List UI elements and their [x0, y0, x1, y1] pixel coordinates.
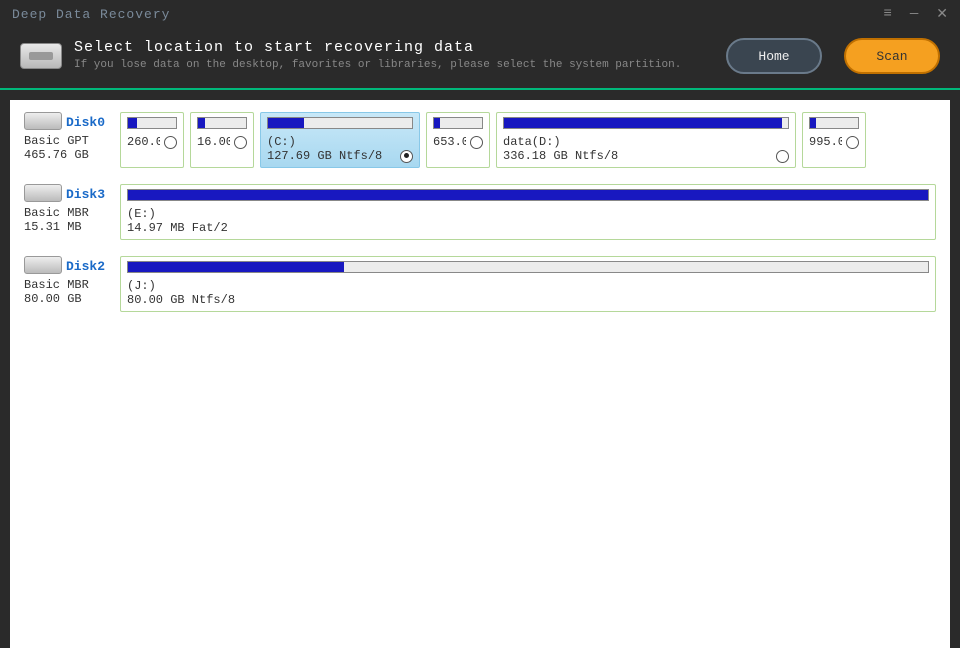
disk-type: Basic GPT — [24, 134, 114, 148]
partition[interactable]: 260.00 . — [120, 112, 184, 168]
disk-icon — [24, 184, 62, 202]
usage-bar-fill — [128, 190, 928, 200]
partition-radio[interactable] — [164, 136, 177, 149]
partition-size: 653.00 . — [433, 135, 466, 149]
scan-button[interactable]: Scan — [844, 38, 940, 74]
partition-size: 260.00 . — [127, 135, 160, 149]
disk-info: Disk2 Basic MBR 80.00 GB — [24, 256, 114, 312]
partition-label: (C:) — [267, 135, 413, 149]
disk-type: Basic MBR — [24, 206, 114, 220]
usage-bar — [503, 117, 789, 129]
home-button[interactable]: Home — [726, 38, 822, 74]
disk-name: Disk0 — [66, 115, 105, 130]
partition-size: 127.69 GB Ntfs/8 — [267, 149, 396, 163]
partition-size: 995.00 . — [809, 135, 842, 149]
usage-bar — [197, 117, 247, 129]
partition-radio[interactable] — [234, 136, 247, 149]
window-controls: ≡ — ✕ — [883, 6, 948, 23]
usage-bar-fill — [434, 118, 440, 128]
titlebar: Deep Data Recovery ≡ — ✕ — [0, 0, 960, 28]
usage-bar-fill — [128, 118, 137, 128]
disk-icon — [24, 112, 62, 130]
page-subtitle: If you lose data on the desktop, favorit… — [74, 58, 714, 72]
usage-bar-fill — [198, 118, 205, 128]
page-title: Select location to start recovering data — [74, 39, 714, 56]
partition-size: 14.97 MB Fat/2 — [127, 221, 929, 235]
content-area: Disk0 Basic GPT 465.76 GB 260.00 . 16.00 M… — [10, 100, 950, 648]
menu-icon[interactable]: ≡ — [883, 6, 891, 23]
partition-label: data(D:) — [503, 135, 789, 149]
partition-footer: 80.00 GB Ntfs/8 — [127, 293, 929, 307]
disk-row: Disk3 Basic MBR 15.31 MB(E:)14.97 MB Fat… — [24, 184, 936, 240]
disk-icon — [24, 256, 62, 274]
minimize-icon[interactable]: — — [910, 6, 918, 23]
usage-bar — [127, 261, 929, 273]
usage-bar-fill — [128, 262, 344, 272]
partition-footer: 14.97 MB Fat/2 — [127, 221, 929, 235]
partition-radio[interactable] — [400, 150, 413, 163]
partition[interactable]: 653.00 . — [426, 112, 490, 168]
partition-size: 16.00 M. — [197, 135, 230, 149]
usage-bar — [127, 117, 177, 129]
partition[interactable]: (E:)14.97 MB Fat/2 — [120, 184, 936, 240]
usage-bar-fill — [504, 118, 782, 128]
disk-row: Disk0 Basic GPT 465.76 GB 260.00 . 16.00 M… — [24, 112, 936, 168]
disk-name: Disk2 — [66, 259, 105, 274]
partition-list: (E:)14.97 MB Fat/2 — [120, 184, 936, 240]
partition[interactable]: (J:)80.00 GB Ntfs/8 — [120, 256, 936, 312]
partition-label: (E:) — [127, 207, 929, 221]
partition-label: (J:) — [127, 279, 929, 293]
partition-footer: 127.69 GB Ntfs/8 — [267, 149, 413, 163]
partition[interactable]: (C:)127.69 GB Ntfs/8 — [260, 112, 420, 168]
partition-list: (J:)80.00 GB Ntfs/8 — [120, 256, 936, 312]
usage-bar-fill — [810, 118, 816, 128]
usage-bar — [809, 117, 859, 129]
disk-info: Disk0 Basic GPT 465.76 GB — [24, 112, 114, 168]
header-divider — [0, 88, 960, 90]
usage-bar — [267, 117, 413, 129]
partition-radio[interactable] — [776, 150, 789, 163]
partition-footer: 336.18 GB Ntfs/8 — [503, 149, 789, 163]
close-icon[interactable]: ✕ — [936, 6, 948, 23]
disk-size: 80.00 GB — [24, 292, 114, 306]
app-title: Deep Data Recovery — [12, 7, 170, 22]
partition[interactable]: data(D:)336.18 GB Ntfs/8 — [496, 112, 796, 168]
partition[interactable]: 16.00 M. — [190, 112, 254, 168]
disk-info: Disk3 Basic MBR 15.31 MB — [24, 184, 114, 240]
partition[interactable]: 995.00 . — [802, 112, 866, 168]
partition-size: 336.18 GB Ntfs/8 — [503, 149, 772, 163]
usage-bar-fill — [268, 118, 304, 128]
disk-size: 465.76 GB — [24, 148, 114, 162]
usage-bar — [127, 189, 929, 201]
partition-footer: 260.00 . — [127, 135, 177, 149]
disk-size: 15.31 MB — [24, 220, 114, 234]
partition-list: 260.00 . 16.00 M. (C:)127.69 GB Ntfs/8 653.… — [120, 112, 936, 168]
disk-type: Basic MBR — [24, 278, 114, 292]
header: Select location to start recovering data… — [0, 28, 960, 88]
hdd-icon — [20, 43, 62, 69]
header-text: Select location to start recovering data… — [74, 39, 714, 72]
partition-footer: 16.00 M. — [197, 135, 247, 149]
partition-radio[interactable] — [846, 136, 859, 149]
partition-size: 80.00 GB Ntfs/8 — [127, 293, 929, 307]
partition-footer: 653.00 . — [433, 135, 483, 149]
partition-footer: 995.00 . — [809, 135, 859, 149]
partition-radio[interactable] — [470, 136, 483, 149]
disk-row: Disk2 Basic MBR 80.00 GB(J:)80.00 GB Ntf… — [24, 256, 936, 312]
disk-name: Disk3 — [66, 187, 105, 202]
usage-bar — [433, 117, 483, 129]
